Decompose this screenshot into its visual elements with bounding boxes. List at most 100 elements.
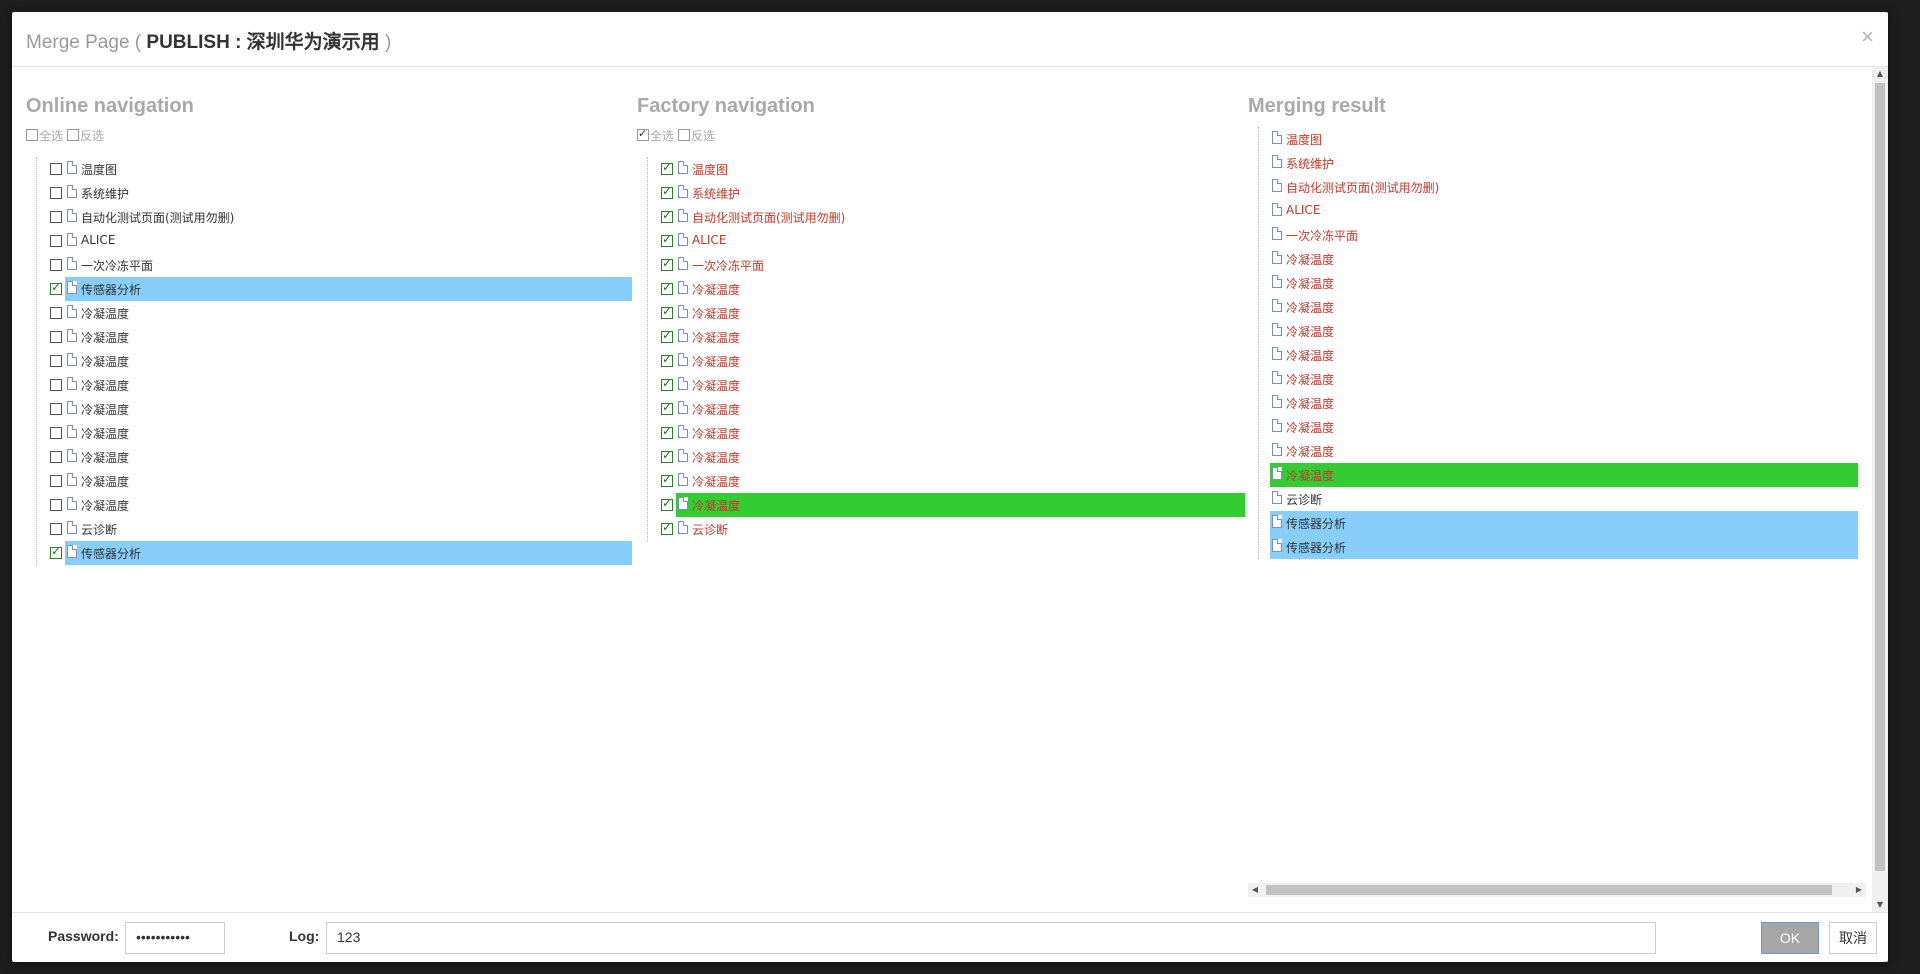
node-label: 云诊断 [81,523,118,537]
password-field[interactable]: ••••••••••• [125,922,225,954]
node-label: 传感器分析 [81,283,142,297]
node-checkbox[interactable] [50,427,62,439]
node-checkbox[interactable] [50,211,62,223]
page-icon [1272,131,1282,144]
page-icon [678,425,688,438]
page-icon [678,449,688,462]
node-checkbox[interactable] [50,235,62,247]
node-checkbox[interactable] [661,472,673,487]
node-checkbox[interactable] [661,496,673,511]
node-checkbox[interactable] [50,451,62,463]
node-checkbox[interactable] [661,424,673,439]
page-icon [67,305,77,318]
page-icon [678,161,688,174]
online-navigation-panel: Online navigation 全选 反选 温度图 系统维护 自动化测试页面(测试… [12,67,632,912]
close-icon[interactable]: × [1861,24,1874,50]
online-invert-label: 反选 [80,129,105,143]
page-icon [678,305,688,318]
node-checkbox[interactable] [50,259,62,271]
node-checkbox[interactable] [50,187,62,199]
online-select-all-checkbox[interactable] [26,129,38,141]
page-icon [1272,371,1282,384]
node-checkbox[interactable] [661,448,673,463]
node-label: 冷凝温度 [692,475,741,489]
page-icon [1272,515,1282,528]
page-icon [678,497,688,510]
node-label: 冷凝温度 [81,355,130,369]
node-label: 传感器分析 [81,547,142,561]
page-icon [67,377,77,390]
node-label: 冷凝温度 [692,307,741,321]
node-label: 冷凝温度 [1286,397,1335,411]
node-label: 温度图 [81,163,118,177]
node-checkbox[interactable] [50,523,62,535]
node-checkbox[interactable] [50,307,62,319]
log-field[interactable]: 123 [326,922,1656,954]
factory-invert-checkbox[interactable] [678,129,691,141]
online-navigation-heading: Online navigation [26,95,194,117]
node-checkbox[interactable] [50,355,62,367]
node-checkbox[interactable] [661,280,673,295]
node-label: 冷凝温度 [1286,469,1335,483]
node-checkbox[interactable] [661,328,673,343]
page-icon [678,329,688,342]
horizontal-scroll-thumb[interactable] [1266,885,1832,895]
online-invert-checkbox[interactable] [67,129,80,141]
vertical-scroll-thumb[interactable] [1875,83,1885,871]
scroll-down-icon[interactable]: ▼ [1872,898,1888,912]
node-label: 冷凝温度 [1286,325,1335,339]
page-icon [67,329,77,342]
page-icon [678,185,688,198]
scroll-right-icon[interactable]: ▶ [1852,883,1866,897]
factory-select-all-checkbox[interactable] [637,127,649,141]
node-checkbox[interactable] [50,499,62,511]
dialog-vertical-scrollbar[interactable]: ▲ ▼ [1872,67,1888,912]
node-checkbox[interactable] [661,256,673,271]
node-label: 冷凝温度 [81,451,130,465]
result-horizontal-scrollbar[interactable]: ◀ ▶ [1248,883,1866,897]
page-icon [678,281,688,294]
node-checkbox[interactable] [661,352,673,367]
node-checkbox[interactable] [661,304,673,319]
node-highlight [1270,511,1858,535]
ok-button[interactable]: OK [1761,922,1819,954]
online-select-controls: 全选 反选 [26,127,108,144]
node-label: 冷凝温度 [1286,349,1335,363]
node-label: 冷凝温度 [81,307,130,321]
node-label: 冷凝温度 [1286,373,1335,387]
scroll-left-icon[interactable]: ◀ [1248,883,1262,897]
factory-invert-label: 反选 [691,129,716,143]
dialog-footer: Password: ••••••••••• Log: 123 OK 取消 [12,912,1888,962]
page-icon [1272,227,1282,240]
node-label: 冷凝温度 [1286,253,1335,267]
node-checkbox[interactable] [661,184,673,199]
node-checkbox[interactable] [50,544,62,559]
node-checkbox[interactable] [50,331,62,343]
node-checkbox[interactable] [50,475,62,487]
node-checkbox[interactable] [661,208,673,223]
page-icon [67,401,77,414]
node-checkbox[interactable] [50,403,62,415]
node-checkbox[interactable] [50,379,62,391]
node-label: 一次冷冻平面 [81,259,154,273]
merging-result-heading: Merging result [1248,95,1386,117]
page-icon [1272,179,1282,192]
node-label: 冷凝温度 [692,427,741,441]
page-icon [67,209,77,222]
node-checkbox[interactable] [50,163,62,175]
scroll-up-icon[interactable]: ▲ [1872,67,1888,81]
page-icon [1272,275,1282,288]
node-checkbox[interactable] [661,160,673,175]
cancel-button[interactable]: 取消 [1829,922,1877,954]
node-checkbox[interactable] [661,400,673,415]
node-label: 冷凝温度 [81,427,130,441]
node-checkbox[interactable] [50,280,62,295]
page-icon [67,257,77,270]
node-label: ALICE [1286,203,1321,217]
node-checkbox[interactable] [661,520,673,535]
node-checkbox[interactable] [661,376,673,391]
page-icon [678,233,688,246]
page-icon [1272,155,1282,168]
node-checkbox[interactable] [661,232,673,247]
node-label: 冷凝温度 [81,499,130,513]
